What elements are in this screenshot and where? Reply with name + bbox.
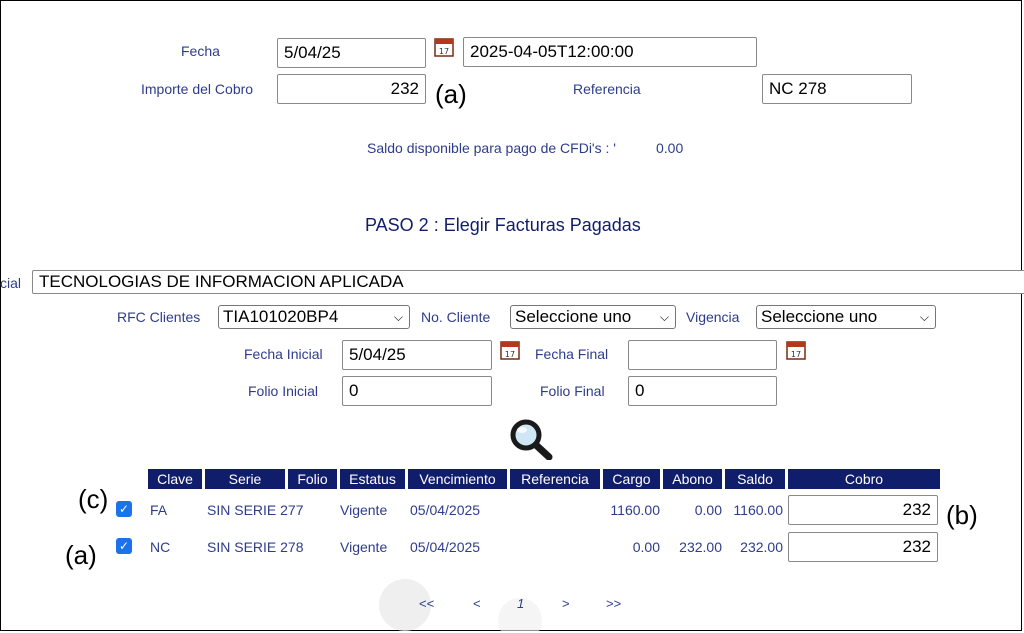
row-2-clave: NC <box>150 539 171 555</box>
row-1-serie-folio: SIN SERIE 277 <box>207 502 304 518</box>
annotation-a-row: (a) <box>65 540 97 570</box>
pager-first[interactable]: << <box>419 596 434 611</box>
nocliente-label: No. Cliente <box>421 309 491 325</box>
checkmark-icon: ✓ <box>118 502 130 516</box>
rfc-select[interactable]: TIA101020BP4 ⌵ <box>218 305 410 329</box>
row-2-saldo: 232.00 <box>740 539 783 555</box>
row-2-checkbox[interactable]: ✓ <box>116 538 132 554</box>
rfc-label: RFC Clientes <box>117 309 201 325</box>
row-1-clave: FA <box>150 502 168 518</box>
razon-label: cial <box>0 275 22 291</box>
saldo-value: 0.00 <box>656 140 684 156</box>
fecha-iso-input[interactable]: 2025-04-05T12:00:00 <box>463 37 757 67</box>
importe-input[interactable]: 232 <box>277 74 426 104</box>
folio-final-input[interactable]: 0 <box>628 376 777 406</box>
th-estatus: Estatus <box>340 469 405 489</box>
nocliente-select-value: Seleccione uno <box>515 307 632 326</box>
fecha-input[interactable]: 5/04/25 <box>277 38 426 68</box>
svg-text:17: 17 <box>439 47 449 56</box>
rfc-select-value: TIA101020BP4 <box>223 307 339 326</box>
th-vencimiento: Vencimiento <box>408 469 507 489</box>
referencia-label: Referencia <box>573 81 641 97</box>
loading-spinner-icon <box>379 579 542 631</box>
pager-last[interactable]: >> <box>606 596 621 611</box>
svg-text:17: 17 <box>505 350 515 359</box>
pager-current-page[interactable]: 1 <box>517 596 524 611</box>
vigencia-select-value: Seleccione uno <box>761 307 878 326</box>
annotation-b: (b) <box>946 500 978 530</box>
importe-label: Importe del Cobro <box>141 81 254 97</box>
razon-social-input[interactable]: TECNOLOGIAS DE INFORMACION APLICADA <box>32 270 1024 294</box>
row-2-estatus: Vigente <box>340 539 388 555</box>
pager-next[interactable]: > <box>562 596 570 611</box>
chevron-down-icon: ⌵ <box>919 310 929 324</box>
folio-inicial-input[interactable]: 0 <box>342 376 492 406</box>
row-2-abono: 232.00 <box>679 539 722 555</box>
calendar-icon[interactable]: 17 <box>786 340 806 360</box>
th-saldo: Saldo <box>725 469 785 489</box>
fecha-final-label: Fecha Final <box>535 346 609 362</box>
saldo-text: Saldo disponible para pago de CFDi's : ' <box>367 140 616 156</box>
row-2-cobro-input[interactable]: 232 <box>788 532 938 562</box>
th-clave: Clave <box>148 469 202 489</box>
folio-final-label: Folio Final <box>540 383 605 399</box>
fecha-inicial-label: Fecha Inicial <box>244 346 323 362</box>
vigencia-label: Vigencia <box>686 309 740 325</box>
th-abono: Abono <box>663 469 722 489</box>
step2-title: PASO 2 : Elegir Facturas Pagadas <box>365 215 641 235</box>
row-1-vencimiento: 05/04/2025 <box>410 502 481 518</box>
th-folio: Folio <box>288 469 337 489</box>
folio-inicial-label: Folio Inicial <box>248 383 319 399</box>
row-1-abono: 0.00 <box>694 502 722 518</box>
th-cargo: Cargo <box>603 469 660 489</box>
annotation-c: (c) <box>78 484 109 514</box>
chevron-down-icon: ⌵ <box>659 310 669 324</box>
th-referencia: Referencia <box>510 469 600 489</box>
calendar-icon[interactable]: 17 <box>500 340 520 360</box>
th-cobro: Cobro <box>788 469 940 489</box>
nocliente-select[interactable]: Seleccione uno ⌵ <box>510 305 676 329</box>
referencia-input[interactable]: NC 278 <box>762 74 912 104</box>
th-serie: Serie <box>205 469 285 489</box>
vigencia-select[interactable]: Seleccione uno ⌵ <box>756 305 936 329</box>
row-1-cobro-input[interactable]: 232 <box>788 495 938 525</box>
fecha-inicial-input[interactable]: 5/04/25 <box>342 340 492 370</box>
fecha-label: Fecha <box>181 43 220 59</box>
checkmark-icon: ✓ <box>118 539 130 553</box>
row-2-vencimiento: 05/04/2025 <box>410 539 481 555</box>
row-1-saldo: 1160.00 <box>733 502 783 518</box>
row-1-cargo: 1160.00 <box>610 502 660 518</box>
row-2-cargo: 0.00 <box>632 539 660 555</box>
row-1-checkbox[interactable]: ✓ <box>116 501 132 517</box>
magnifier-search-icon[interactable] <box>508 418 554 460</box>
calendar-icon[interactable]: 17 <box>434 37 454 57</box>
chevron-down-icon: ⌵ <box>393 310 403 324</box>
row-1-estatus: Vigente <box>340 502 388 518</box>
row-2-serie-folio: SIN SERIE 278 <box>207 539 304 555</box>
fecha-final-input[interactable] <box>628 340 777 370</box>
annotation-a-top: (a) <box>435 79 467 109</box>
pager-prev[interactable]: < <box>473 596 481 611</box>
svg-text:17: 17 <box>791 350 801 359</box>
